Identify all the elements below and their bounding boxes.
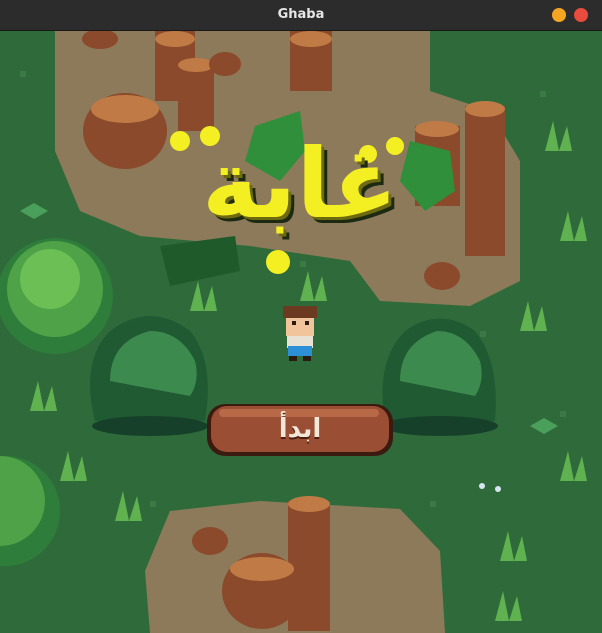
- game-logo: غابة: [202, 128, 402, 240]
- close-button[interactable]: [574, 8, 588, 22]
- bush-left: [0, 238, 113, 354]
- pine-tree-left: [90, 316, 208, 436]
- minimize-button[interactable]: [552, 8, 566, 22]
- window-title: Ghaba: [277, 7, 325, 22]
- title-bar[interactable]: Ghaba: [0, 0, 602, 31]
- player-character: [283, 306, 317, 361]
- game-window: Ghaba غابة ابدأ: [0, 0, 602, 633]
- start-button[interactable]: ابدأ: [205, 400, 395, 460]
- game-scene[interactable]: غابة ابدأ: [0, 31, 602, 633]
- start-button-label: ابدأ: [278, 414, 322, 444]
